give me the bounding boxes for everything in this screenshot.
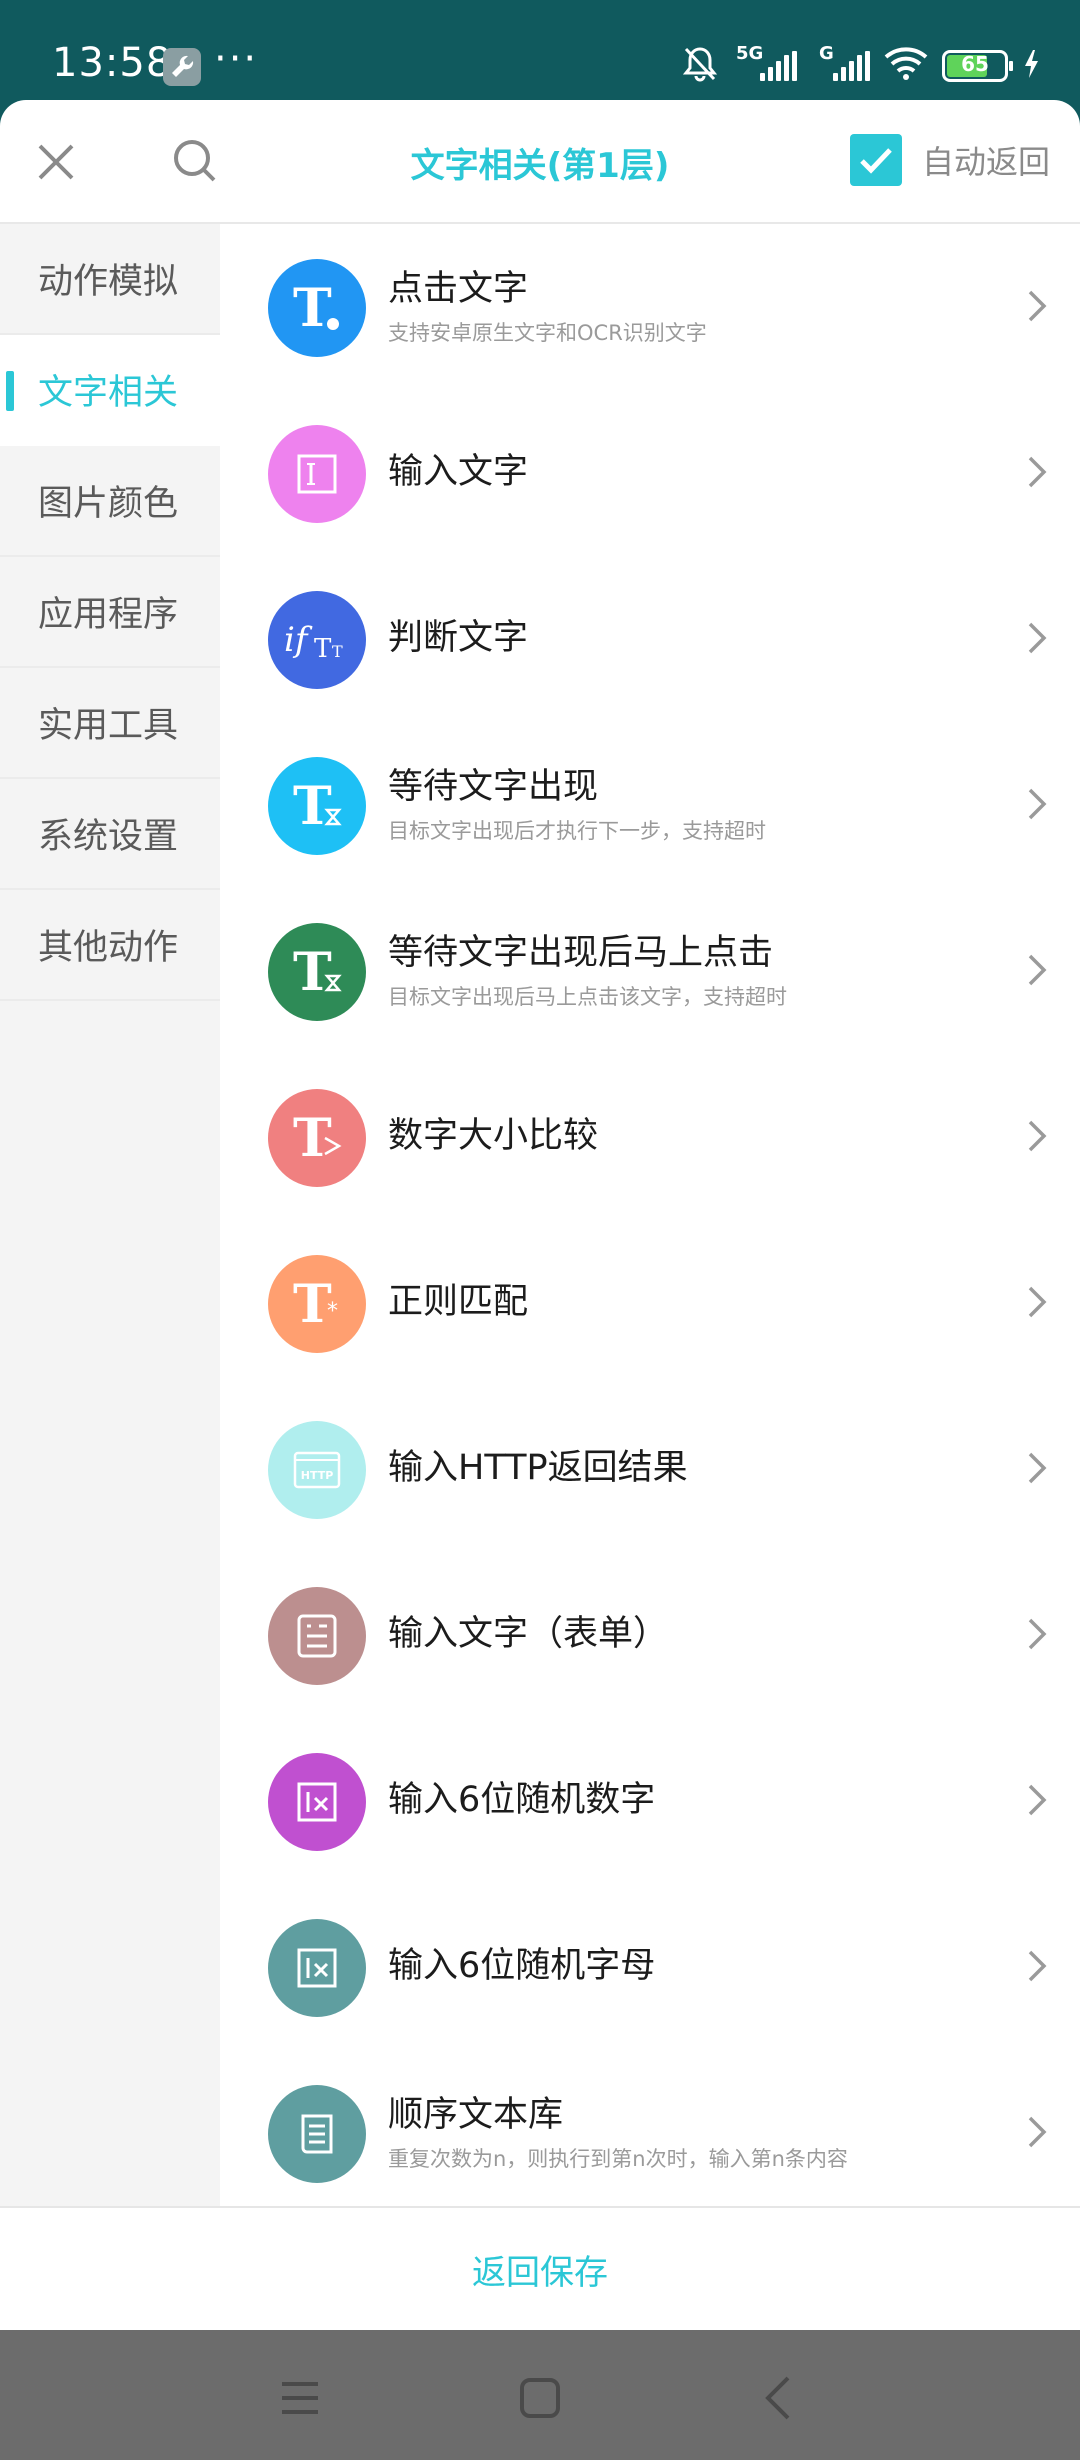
chevron-right-icon: [1022, 1112, 1052, 1160]
svg-text:T: T: [293, 942, 332, 1002]
item-subtitle: 重复次数为n，则执行到第n次时，输入第n条内容: [388, 2146, 848, 2171]
item-title: 数字大小比较: [388, 1116, 599, 1157]
status-bar: 13:58 ··· 5G G 65: [0, 0, 1080, 100]
random-digits-icon: [268, 1753, 366, 1851]
chevron-right-icon: [1022, 614, 1052, 662]
list-item[interactable]: 输入6位随机数字: [220, 1718, 1080, 1884]
battery-level: 65: [961, 52, 989, 76]
chevron-right-icon: [1022, 780, 1052, 828]
charging-icon: [1022, 48, 1040, 84]
item-title: 输入文字（表单）: [388, 1614, 669, 1655]
list-item[interactable]: T 等待文字出现目标文字出现后才执行下一步，支持超时: [220, 722, 1080, 888]
svg-text:if: if: [284, 620, 313, 660]
chevron-right-icon: [1022, 1444, 1052, 1492]
chevron-right-icon: [1022, 1610, 1052, 1658]
svg-text:T: T: [332, 642, 343, 661]
chevron-right-icon: [1022, 448, 1052, 496]
wrench-icon: [163, 48, 201, 86]
svg-text:T: T: [293, 278, 332, 338]
item-title: 输入HTTP返回结果: [388, 1448, 688, 1489]
chevron-right-icon: [1022, 1776, 1052, 1824]
auto-return-checkbox[interactable]: [849, 134, 902, 186]
chevron-right-icon: [1022, 2108, 1052, 2156]
item-title: 等待文字出现后马上点击: [388, 933, 774, 974]
return-save-button[interactable]: 返回保存: [472, 2245, 608, 2294]
action-picker-sheet: 文字相关(第1层) 自动返回 动作模拟 文字相关 图片颜色 应用程序 实用工具 …: [0, 100, 1080, 2330]
auto-return-label: 自动返回: [921, 143, 1050, 181]
text-wait-icon: T: [268, 757, 366, 855]
home-icon[interactable]: [514, 2372, 566, 2424]
list-item[interactable]: T 等待文字出现后马上点击目标文字出现后马上点击该文字，支持超时: [220, 888, 1080, 1054]
save-bar: 返回保存: [0, 2206, 1080, 2330]
number-compare-icon: T: [268, 1089, 366, 1187]
list-item[interactable]: T 点击文字支持安卓原生文字和OCR识别文字: [220, 224, 1080, 390]
chevron-right-icon: [1022, 282, 1052, 330]
sidebar-item-label: 图片颜色: [38, 484, 179, 524]
chevron-right-icon: [1022, 1942, 1052, 1990]
chevron-right-icon: [1022, 1278, 1052, 1326]
sidebar-item-system-settings[interactable]: 系统设置: [0, 779, 220, 890]
menu-icon[interactable]: [274, 2372, 326, 2424]
item-subtitle: 支持安卓原生文字和OCR识别文字: [388, 320, 707, 345]
item-subtitle: 目标文字出现后马上点击该文字，支持超时: [388, 984, 787, 1009]
list-item[interactable]: if T T 判断文字: [220, 556, 1080, 722]
item-title: 输入文字: [388, 452, 529, 493]
sidebar-item-label: 其他动作: [38, 928, 179, 968]
text-click-icon: T: [268, 259, 366, 357]
chevron-right-icon: [1022, 946, 1052, 994]
sidebar-item-label: 系统设置: [38, 817, 179, 857]
regex-icon: T *: [268, 1255, 366, 1353]
item-title: 输入6位随机字母: [388, 1946, 656, 1987]
svg-text:*: *: [327, 1299, 338, 1324]
bell-muted-icon: [682, 45, 718, 87]
action-list: T 点击文字 支持安卓原生文字和OCR识别文字 输入文字 if T T 判断文字 T: [220, 224, 1080, 2206]
list-item[interactable]: T 数字大小比较: [220, 1054, 1080, 1220]
system-nav-bar: [0, 2330, 1080, 2460]
sidebar-item-label: 动作模拟: [38, 262, 179, 302]
svg-text:HTTP: HTTP: [301, 1469, 334, 1482]
random-letters-icon: [268, 1919, 366, 2017]
sidebar-item-image-color[interactable]: 图片颜色: [0, 446, 220, 557]
back-icon[interactable]: [754, 2372, 806, 2424]
http-icon: HTTP: [268, 1421, 366, 1519]
sidebar-item-other-actions[interactable]: 其他动作: [0, 890, 220, 1001]
wifi-icon: [884, 47, 928, 85]
category-sidebar: 动作模拟 文字相关 图片颜色 应用程序 实用工具 系统设置 其他动作: [0, 224, 220, 2206]
sidebar-item-label: 应用程序: [38, 595, 179, 635]
item-title: 点击文字: [388, 269, 529, 310]
item-title: 顺序文本库: [388, 2095, 564, 2136]
status-time: 13:58: [52, 40, 173, 86]
text-wait-click-icon: T: [268, 923, 366, 1021]
item-title: 正则匹配: [388, 1282, 529, 1323]
sidebar-item-label: 实用工具: [38, 706, 179, 746]
sidebar-item-label: 文字相关: [38, 373, 179, 413]
svg-text:T: T: [293, 776, 332, 836]
list-item[interactable]: HTTP 输入HTTP返回结果: [220, 1386, 1080, 1552]
form-icon: [268, 1587, 366, 1685]
sheet-header: 文字相关(第1层) 自动返回: [0, 100, 1080, 224]
list-item[interactable]: 输入文字: [220, 390, 1080, 556]
item-subtitle: 目标文字出现后才执行下一步，支持超时: [388, 818, 766, 843]
item-title: 判断文字: [388, 618, 529, 659]
signal-5g-icon: 5G: [736, 43, 797, 81]
item-title: 输入6位随机数字: [388, 1780, 656, 1821]
text-input-icon: [268, 425, 366, 523]
auto-return-toggle[interactable]: 自动返回: [849, 134, 1050, 186]
battery-icon: 65: [942, 50, 1013, 82]
text-library-icon: [268, 2085, 366, 2183]
list-item[interactable]: 输入文字（表单）: [220, 1552, 1080, 1718]
item-title: 等待文字出现: [388, 767, 599, 808]
sidebar-item-utilities[interactable]: 实用工具: [0, 668, 220, 779]
list-item[interactable]: T * 正则匹配: [220, 1220, 1080, 1386]
if-text-icon: if T T: [268, 591, 366, 689]
sidebar-item-action-simulation[interactable]: 动作模拟: [0, 224, 220, 335]
list-item[interactable]: 输入6位随机字母: [220, 1884, 1080, 2050]
list-item[interactable]: 顺序文本库重复次数为n，则执行到第n次时，输入第n条内容: [220, 2050, 1080, 2206]
sidebar-item-applications[interactable]: 应用程序: [0, 557, 220, 668]
signal-g-icon: G: [819, 43, 870, 81]
svg-text:T: T: [314, 634, 332, 664]
more-notifications-icon: ···: [214, 36, 259, 82]
sidebar-item-text[interactable]: 文字相关: [0, 335, 220, 446]
